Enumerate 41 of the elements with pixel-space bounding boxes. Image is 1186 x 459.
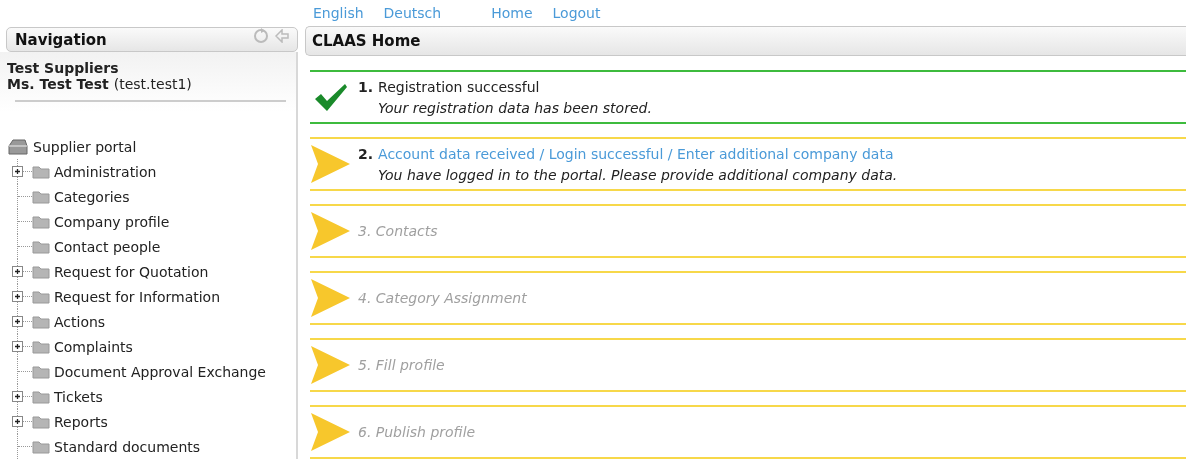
expand-icon[interactable] <box>12 166 23 177</box>
step-title: 4. Category Assignment <box>358 290 527 306</box>
arrow-icon <box>310 278 350 318</box>
tree-item[interactable]: Request for Information <box>54 288 221 305</box>
arrow-icon <box>310 211 350 251</box>
expand-icon[interactable] <box>12 291 23 302</box>
arrow-icon <box>310 345 350 385</box>
tree-item[interactable]: Tickets <box>54 388 103 405</box>
arrow-icon <box>310 144 350 184</box>
expand-icon[interactable] <box>12 266 23 277</box>
step-title: Registration successful <box>378 78 540 95</box>
page-title: CLAAS Home <box>312 32 421 50</box>
expand-icon[interactable] <box>12 341 23 352</box>
tree-item[interactable]: Standard documents <box>54 438 201 455</box>
company-name: Test Suppliers <box>7 60 120 76</box>
arrow-icon <box>310 412 350 452</box>
user-name: Ms. Test Test <box>7 76 109 92</box>
step-number: 2. <box>358 145 374 162</box>
expand-icon[interactable] <box>12 316 23 327</box>
tree-item[interactable]: Contact people <box>54 238 161 255</box>
tree-item[interactable]: Request for Quotation <box>54 263 209 280</box>
step-description: Your registration data has been stored. <box>378 99 652 116</box>
drawer-icon <box>7 137 29 156</box>
step-description: You have logged in to the portal. Please provide additional company data. <box>378 166 898 183</box>
navigation-title: Navigation <box>15 30 107 49</box>
checkmark-icon <box>314 82 348 112</box>
tree-item[interactable]: Company profile <box>54 213 170 230</box>
step-title: 5. Fill profile <box>358 357 445 373</box>
tree-item[interactable]: Actions <box>54 313 106 330</box>
tree-item[interactable]: Categories <box>54 188 130 205</box>
user-login: (test.test1) <box>113 76 192 92</box>
tree-item[interactable]: Administration <box>54 163 157 180</box>
step-number: 1. <box>358 78 374 95</box>
step-title: 6. Publish profile <box>358 424 476 440</box>
tree-item[interactable]: Complaints <box>54 338 133 355</box>
expand-icon[interactable] <box>12 391 23 402</box>
step-title: 3. Contacts <box>358 223 438 239</box>
expand-icon[interactable] <box>12 416 23 427</box>
tree-item[interactable]: Supplier portal <box>33 138 137 155</box>
tree-item[interactable]: Reports <box>54 413 108 430</box>
tree-item[interactable]: Document Approval Exchange <box>54 363 266 380</box>
